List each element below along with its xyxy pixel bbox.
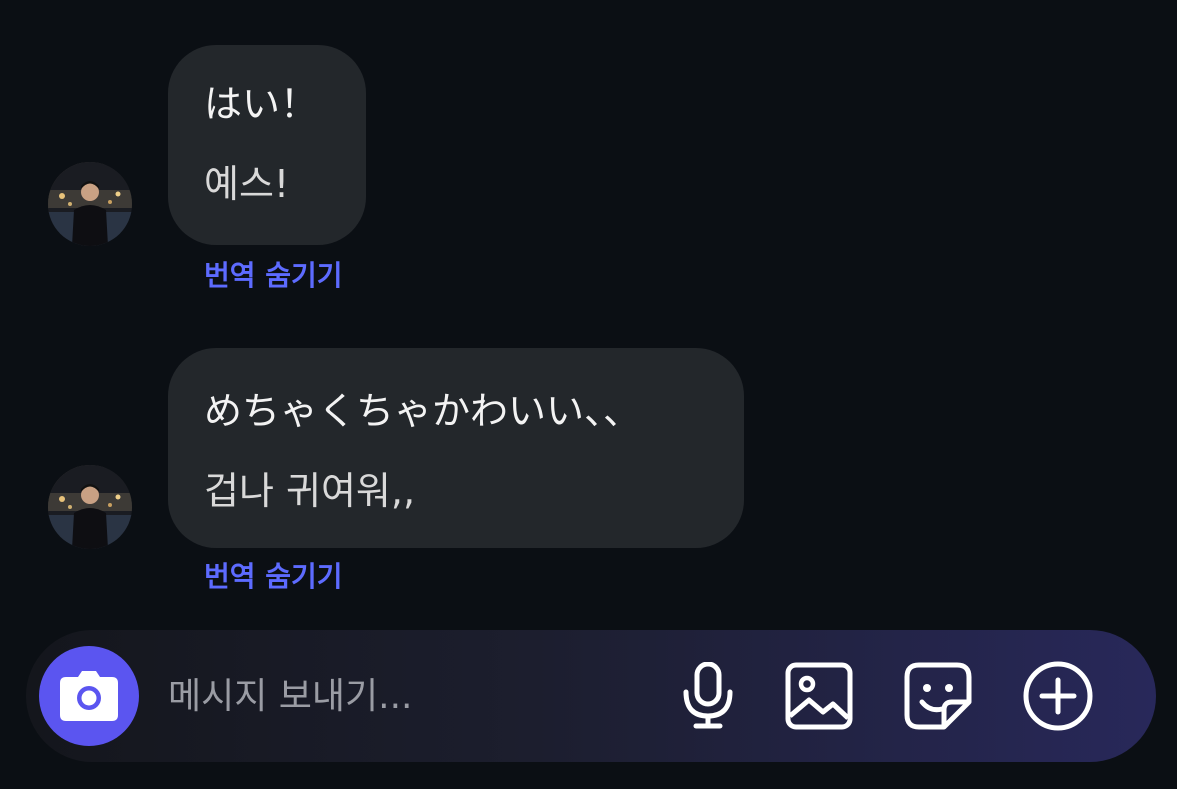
hide-translation-link[interactable]: 번역 숨기기 — [204, 262, 343, 290]
avatar[interactable] — [48, 162, 132, 246]
message-bubble[interactable]: めちゃくちゃかわいい、、 겁나 귀여워,, — [168, 348, 744, 548]
camera-button[interactable] — [39, 646, 139, 746]
camera-icon — [60, 671, 118, 721]
microphone-button[interactable] — [672, 660, 744, 732]
message-composer — [26, 630, 1156, 762]
chat-screen: はい！ 예스! 번역 숨기기 めちゃくちゃかわいい、、 겁나 귀여워,, 번역 … — [0, 0, 1177, 789]
more-button[interactable] — [1022, 660, 1094, 732]
hide-translation-link[interactable]: 번역 숨기기 — [204, 563, 343, 591]
avatar[interactable] — [48, 465, 132, 549]
gallery-button[interactable] — [783, 660, 855, 732]
image-icon — [785, 662, 853, 730]
translated-text: 예스! — [204, 162, 290, 206]
sticker-button[interactable] — [902, 660, 974, 732]
avatar-photo — [48, 465, 132, 549]
microphone-icon — [683, 662, 733, 729]
message-input[interactable] — [168, 666, 648, 726]
avatar-photo — [48, 162, 132, 246]
original-text: はい！ — [204, 82, 319, 126]
message-bubble[interactable]: はい！ 예스! — [168, 45, 366, 245]
plus-circle-icon — [1023, 661, 1093, 731]
original-text: めちゃくちゃかわいい、、 — [204, 389, 642, 433]
translated-text: 겁나 귀여워,, — [204, 469, 416, 513]
sticker-icon — [904, 662, 972, 730]
